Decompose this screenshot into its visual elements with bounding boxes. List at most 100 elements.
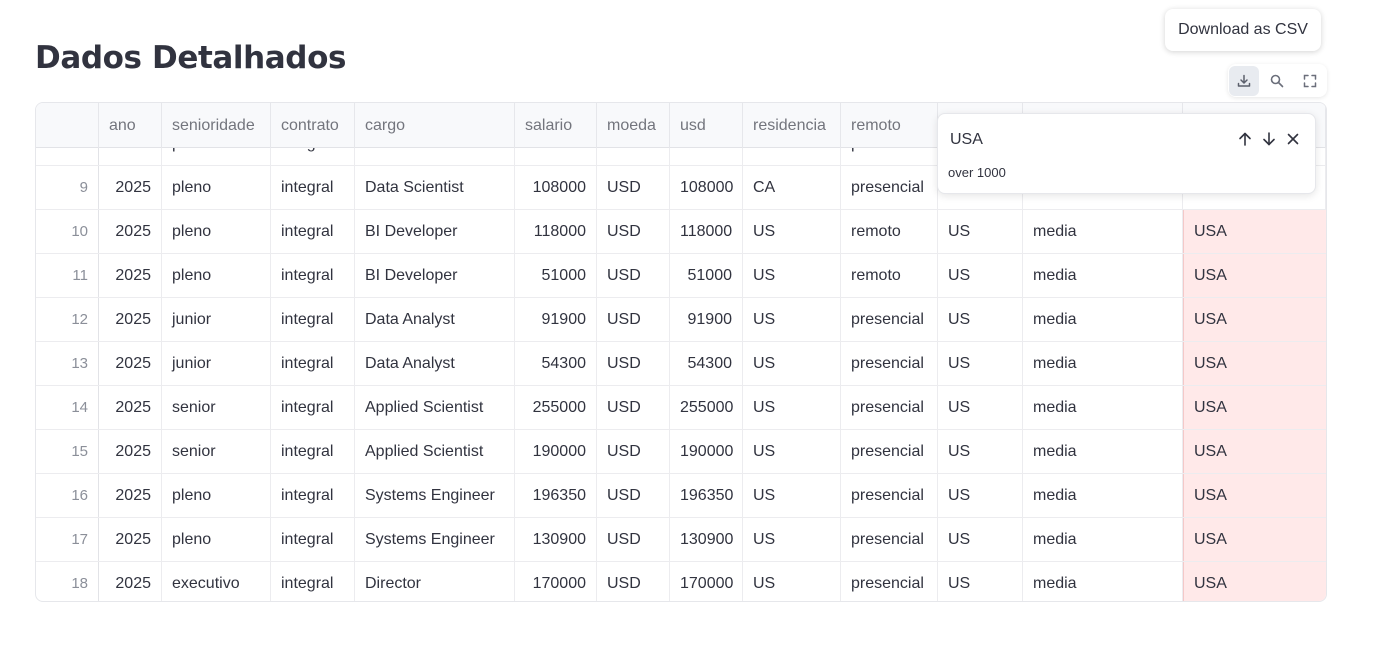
cell-senioridade[interactable]: pleno — [162, 518, 271, 561]
cell-usd[interactable]: 54300 — [670, 342, 743, 385]
cell-cargo[interactable]: BI Developer — [355, 210, 515, 253]
cell-col-l[interactable]: media — [1023, 474, 1183, 517]
table-row[interactable]: 16 2025 pleno integral Systems Engineer 19635… — [36, 474, 1326, 518]
column-header-index[interactable] — [36, 103, 99, 148]
cell-usd[interactable]: 255000 — [670, 386, 743, 429]
cell-senioridade[interactable]: junior — [162, 342, 271, 385]
column-header-moeda[interactable]: moeda — [597, 103, 670, 148]
cell-residencia[interactable]: US — [743, 518, 841, 561]
table-row[interactable]: 10 2025 pleno integral BI Developer 118000 USD… — [36, 210, 1326, 254]
cell-usd[interactable]: 130900 — [670, 518, 743, 561]
cell-remoto[interactable]: remoto — [841, 210, 938, 253]
cell-cargo[interactable]: Applied Scientist — [355, 386, 515, 429]
cell-ano[interactable]: 2025 — [99, 474, 162, 517]
cell-moeda[interactable]: USD — [597, 254, 670, 297]
cell-index[interactable]: 16 — [36, 474, 99, 517]
cell-salario[interactable]: 54300 — [515, 342, 597, 385]
cell-cargo[interactable]: Director — [355, 562, 515, 601]
cell-remoto[interactable]: presencial — [841, 298, 938, 341]
cell-senioridade[interactable]: pleno — [162, 254, 271, 297]
cell-col-k[interactable]: US — [938, 342, 1023, 385]
cell-remoto[interactable]: presencial — [841, 386, 938, 429]
cell-col-k[interactable]: US — [938, 518, 1023, 561]
column-header-senioridade[interactable]: senioridade — [162, 103, 271, 148]
cell-contrato[interactable]: integral — [271, 166, 355, 209]
cell-ano[interactable]: 2025 — [99, 342, 162, 385]
cell-moeda[interactable]: USD — [597, 474, 670, 517]
table-row[interactable]: 15 2025 senior integral Applied Scientist 190… — [36, 430, 1326, 474]
cell-col-m[interactable]: USA — [1183, 298, 1326, 341]
cell-residencia[interactable]: US — [743, 210, 841, 253]
cell-col-l[interactable]: media — [1023, 386, 1183, 429]
cell-contrato[interactable]: integral — [271, 562, 355, 601]
cell-col-m[interactable]: USA — [1183, 342, 1326, 385]
cell-col-k[interactable]: US — [938, 210, 1023, 253]
cell-residencia[interactable]: US — [743, 474, 841, 517]
search-icon[interactable] — [1262, 66, 1292, 96]
cell-senioridade[interactable]: executivo — [162, 562, 271, 601]
cell-contrato[interactable]: integral — [271, 430, 355, 473]
cell-ano[interactable]: 2025 — [99, 166, 162, 209]
cell-contrato[interactable]: integral — [271, 474, 355, 517]
cell-salario[interactable]: 91900 — [515, 298, 597, 341]
cell-index[interactable]: 11 — [36, 254, 99, 297]
cell-moeda[interactable]: USD — [597, 430, 670, 473]
cell-col-m[interactable]: USA — [1183, 254, 1326, 297]
cell-col-m[interactable]: USA — [1183, 386, 1326, 429]
column-header-remoto[interactable]: remoto — [841, 103, 938, 148]
cell-contrato[interactable]: integral — [271, 254, 355, 297]
cell-contrato[interactable]: integral — [271, 342, 355, 385]
cell-index[interactable]: 18 — [36, 562, 99, 601]
close-icon[interactable] — [1282, 127, 1304, 151]
cell-col-m[interactable]: USA — [1183, 430, 1326, 473]
cell-salario[interactable]: 51000 — [515, 254, 597, 297]
cell-salario[interactable]: 130900 — [515, 518, 597, 561]
cell-senioridade[interactable]: pleno — [162, 210, 271, 253]
cell-remoto[interactable]: presencial — [841, 342, 938, 385]
cell-cargo[interactable]: Data Analyst — [355, 342, 515, 385]
cell-moeda[interactable]: USD — [597, 166, 670, 209]
cell-remoto[interactable]: presencial — [841, 430, 938, 473]
cell-ano[interactable]: 2025 — [99, 210, 162, 253]
column-header-cargo[interactable]: cargo — [355, 103, 515, 148]
cell-col-m[interactable]: USA — [1183, 562, 1326, 601]
cell-residencia[interactable]: US — [743, 342, 841, 385]
cell-moeda[interactable]: USD — [597, 518, 670, 561]
cell-col-l[interactable]: media — [1023, 298, 1183, 341]
cell-col-k[interactable]: US — [938, 254, 1023, 297]
cell-contrato[interactable]: integral — [271, 386, 355, 429]
cell-col-l[interactable]: media — [1023, 430, 1183, 473]
cell-residencia[interactable]: US — [743, 298, 841, 341]
cell-col-m[interactable]: USA — [1183, 474, 1326, 517]
cell-ano[interactable]: 2025 — [99, 562, 162, 601]
cell-usd[interactable]: 170000 — [670, 562, 743, 601]
cell-remoto[interactable]: presencial — [841, 474, 938, 517]
cell-remoto[interactable]: presencial — [841, 166, 938, 209]
column-header-salario[interactable]: salario — [515, 103, 597, 148]
cell-col-l[interactable]: media — [1023, 210, 1183, 253]
cell-usd[interactable]: 190000 — [670, 430, 743, 473]
cell-senioridade[interactable]: junior — [162, 298, 271, 341]
table-row[interactable]: 17 2025 pleno integral Systems Engineer 13090… — [36, 518, 1326, 562]
cell-index[interactable]: 14 — [36, 386, 99, 429]
fullscreen-icon[interactable] — [1295, 66, 1325, 96]
cell-salario[interactable]: 255000 — [515, 386, 597, 429]
cell-remoto[interactable]: presencial — [841, 562, 938, 601]
cell-residencia[interactable]: US — [743, 386, 841, 429]
cell-col-l[interactable]: media — [1023, 518, 1183, 561]
cell-residencia[interactable]: US — [743, 430, 841, 473]
cell-senioridade[interactable]: senior — [162, 386, 271, 429]
cell-cargo[interactable]: Systems Engineer — [355, 474, 515, 517]
cell-residencia[interactable]: US — [743, 562, 841, 601]
table-row[interactable]: 11 2025 pleno integral BI Developer 51000 USD 5… — [36, 254, 1326, 298]
cell-remoto[interactable]: remoto — [841, 254, 938, 297]
cell-contrato[interactable]: integral — [271, 298, 355, 341]
table-row[interactable]: 13 2025 junior integral Data Analyst 54300 USD… — [36, 342, 1326, 386]
previous-match-arrow-up-icon[interactable] — [1234, 127, 1256, 151]
column-header-contrato[interactable]: contrato — [271, 103, 355, 148]
cell-usd[interactable]: 91900 — [670, 298, 743, 341]
cell-usd[interactable]: 118000 — [670, 210, 743, 253]
cell-remoto[interactable]: presencial — [841, 518, 938, 561]
cell-cargo[interactable]: Systems Engineer — [355, 518, 515, 561]
cell-ano[interactable]: 2025 — [99, 518, 162, 561]
